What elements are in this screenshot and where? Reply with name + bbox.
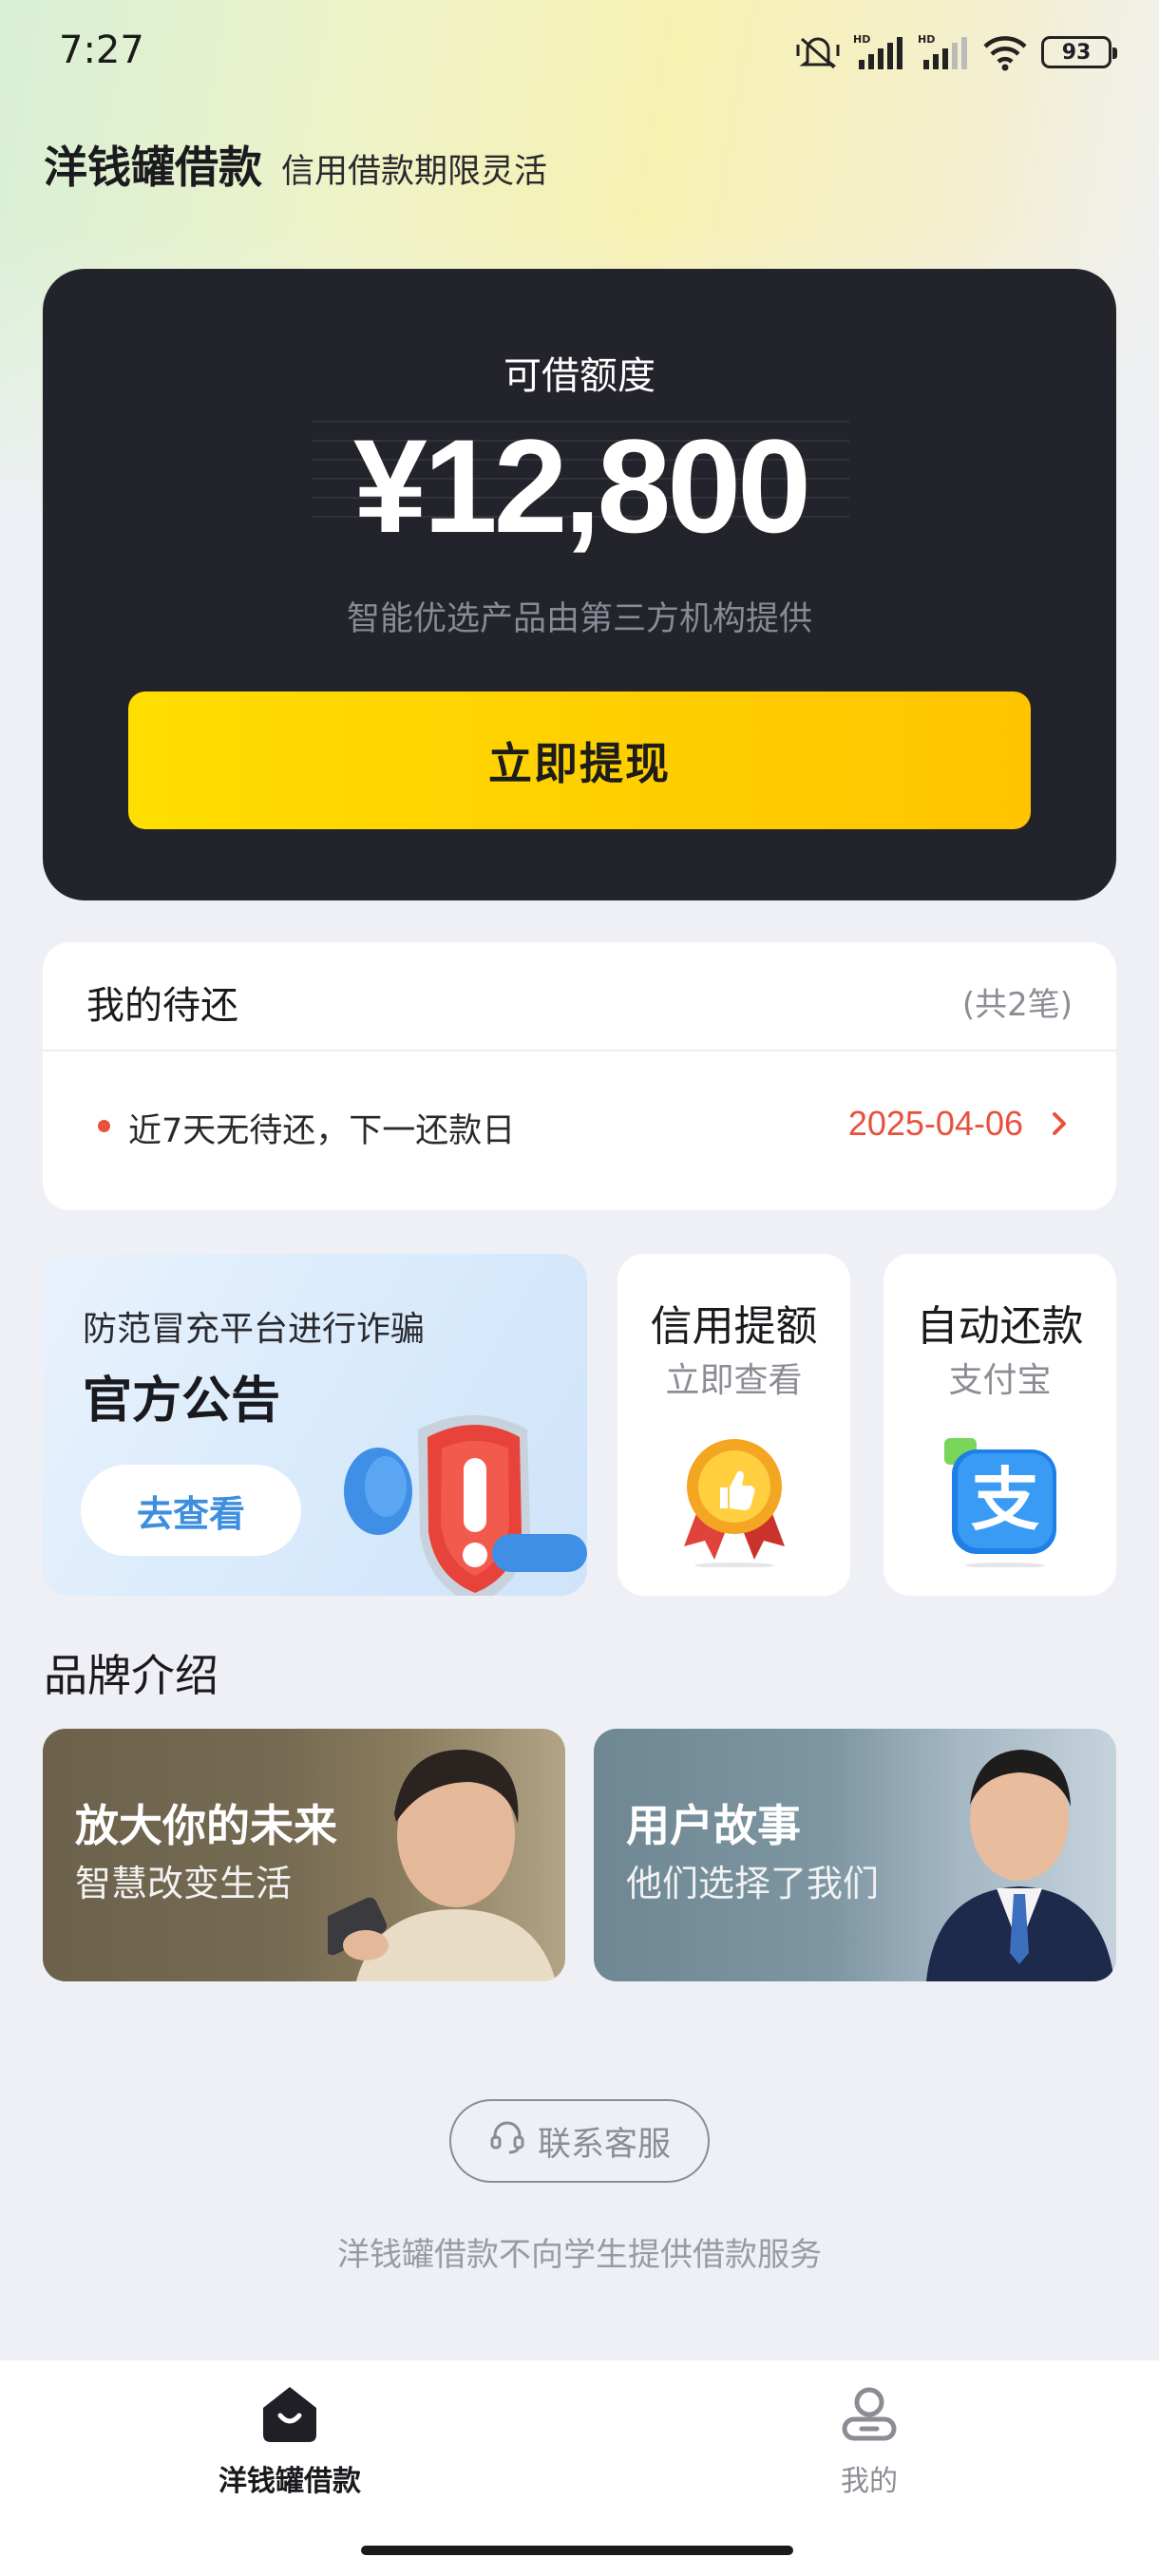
status-bar: 7:27 HD HD 93 xyxy=(0,0,1159,104)
app-slogan: 信用借款期限灵活 xyxy=(281,153,548,191)
bottom-navigation: 洋钱罐借款 我的 xyxy=(0,2360,1159,2576)
svg-text:HD: HD xyxy=(918,33,935,46)
brand-card-stories-title: 用户故事 xyxy=(626,1800,801,1851)
battery-icon: 93 xyxy=(1041,36,1117,68)
status-time: 7:27 xyxy=(59,28,144,72)
credit-increase-title: 信用提额 xyxy=(650,1302,818,1351)
repayment-message: 近7天无待还，下一还款日 xyxy=(128,1112,516,1150)
credit-increase-tile[interactable]: 信用提额 立即查看 xyxy=(618,1254,850,1596)
withdraw-button[interactable]: 立即提现 xyxy=(128,691,1031,829)
wifi-icon xyxy=(982,33,1028,71)
svg-text:支: 支 xyxy=(970,1460,1038,1540)
repayment-header: 我的待还 (共2笔) xyxy=(43,942,1116,1051)
brand-card-stories-subtitle: 他们选择了我们 xyxy=(626,1863,880,1904)
brand-card-future-title: 放大你的未来 xyxy=(75,1800,337,1851)
brand-card-future-subtitle: 智慧改变生活 xyxy=(75,1863,293,1904)
nav-me-label: 我的 xyxy=(841,2465,898,2498)
headset-icon xyxy=(488,2118,526,2165)
nav-tab-me[interactable]: 我的 xyxy=(727,2383,1012,2499)
next-repayment-date: 2025-04-06 xyxy=(847,1104,1023,1143)
brand-section-title: 品牌介绍 xyxy=(44,1650,218,1701)
home-icon xyxy=(147,2383,432,2444)
app-header: 洋钱罐借款 信用借款期限灵活 xyxy=(44,133,547,196)
credit-provider-note: 智能优选产品由第三方机构提供 xyxy=(346,600,812,638)
repayment-title: 我的待还 xyxy=(86,984,238,1028)
businessman-illustration xyxy=(917,1729,1116,1981)
app-title: 洋钱罐借款 xyxy=(44,142,262,193)
notice-subtitle: 防范冒充平台进行诈骗 xyxy=(83,1310,426,1349)
home-indicator[interactable] xyxy=(361,2546,793,2555)
svg-text:HD: HD xyxy=(853,33,870,46)
credit-limit-card: 可借额度 ¥12,800 智能优选产品由第三方机构提供 立即提现 xyxy=(43,269,1116,900)
next-repayment-row[interactable]: 近7天无待还，下一还款日 2025-04-06 xyxy=(43,1051,1116,1210)
alipay-icon: 支 xyxy=(939,1425,1062,1571)
nav-tab-home[interactable]: 洋钱罐借款 xyxy=(147,2383,432,2499)
person-phone-illustration xyxy=(314,1729,565,1981)
view-notice-button[interactable]: 去查看 xyxy=(81,1465,301,1556)
mute-vibrate-icon xyxy=(796,33,840,71)
official-notice-tile[interactable]: 防范冒充平台进行诈骗 官方公告 去查看 xyxy=(43,1254,587,1596)
chevron-right-icon xyxy=(1050,1110,1069,1141)
auto-repay-tile[interactable]: 自动还款 支付宝 支 xyxy=(884,1254,1116,1596)
repayment-count: (共2笔) xyxy=(961,986,1073,1024)
notice-title: 官方公告 xyxy=(83,1373,281,1430)
signal-hd-2-icon: HD xyxy=(918,33,969,71)
profile-icon xyxy=(727,2383,1012,2444)
credit-limit-label: 可借额度 xyxy=(504,354,656,398)
nav-home-label: 洋钱罐借款 xyxy=(218,2465,361,2498)
repayment-card: 我的待还 (共2笔) 近7天无待还，下一还款日 2025-04-06 xyxy=(43,942,1116,1210)
medal-icon xyxy=(673,1425,796,1571)
signal-hd-1-icon: HD xyxy=(853,33,904,71)
red-dot-icon xyxy=(98,1120,110,1132)
status-icons: HD HD 93 xyxy=(796,30,1117,74)
auto-repay-subtitle: 支付宝 xyxy=(948,1361,1052,1400)
credit-amount: ¥12,800 xyxy=(352,411,811,560)
brand-card-future[interactable]: 放大你的未来 智慧改变生活 xyxy=(43,1729,565,1981)
warning-shield-icon xyxy=(332,1392,587,1596)
student-disclaimer: 洋钱罐借款不向学生提供借款服务 xyxy=(337,2236,822,2274)
auto-repay-title: 自动还款 xyxy=(916,1302,1084,1351)
credit-amount-wrap: ¥12,800 xyxy=(312,411,849,560)
credit-increase-subtitle: 立即查看 xyxy=(665,1361,803,1400)
contact-service-label: 联系客服 xyxy=(537,2125,671,2164)
contact-service-button[interactable]: 联系客服 xyxy=(449,2099,710,2183)
brand-card-stories[interactable]: 用户故事 他们选择了我们 xyxy=(594,1729,1116,1981)
